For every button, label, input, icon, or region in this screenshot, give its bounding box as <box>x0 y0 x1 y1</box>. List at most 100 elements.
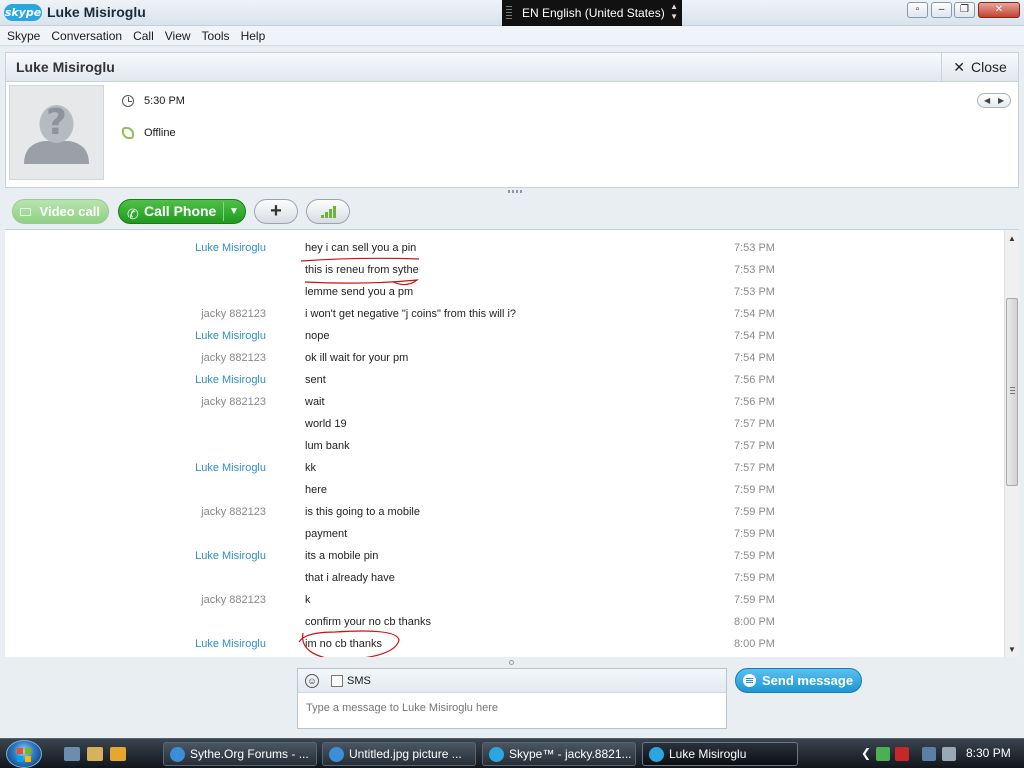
message-row: this is reneu from sythe 7:53 PM <box>5 259 995 281</box>
message-sender[interactable]: jacky 882123 <box>201 594 266 606</box>
taskbar-item-sythe[interactable]: Sythe.Org Forums - ... <box>163 742 317 766</box>
unknown-avatar-icon: ? <box>10 86 103 179</box>
message-sender[interactable]: Luke Misiroglu <box>195 242 266 254</box>
menu-tools[interactable]: Tools <box>198 26 234 46</box>
add-button[interactable]: + <box>254 199 298 224</box>
minimize-button[interactable]: – <box>931 2 952 18</box>
message-sender[interactable]: Luke Misiroglu <box>195 462 266 474</box>
contact-profile: ? 5:30 PM Offline ◀ ▶ <box>5 82 1019 188</box>
message-timestamp: 7:59 PM <box>734 572 775 584</box>
message-sender[interactable]: Luke Misiroglu <box>195 638 266 650</box>
phone-icon: ✆ <box>127 206 139 222</box>
message-row: jacky 882123 ok ill wait for your pm 7:54 … <box>5 347 995 369</box>
close-conversation-button[interactable]: ✕ Close <box>941 53 1018 81</box>
message-timestamp: 7:54 PM <box>734 308 775 320</box>
maximize-button[interactable]: ❐ <box>954 2 975 18</box>
message-text: this is reneu from sythe <box>305 264 419 276</box>
ie-icon <box>170 747 185 762</box>
language-bar[interactable]: EN English (United States) ▲ ▼ <box>502 0 682 26</box>
message-text: hey i can sell you a pin <box>305 242 417 254</box>
message-composer: ☺ SMS <box>297 668 727 729</box>
show-desktop-icon[interactable] <box>64 747 80 761</box>
start-button[interactable] <box>6 740 42 768</box>
resize-handle-icon[interactable] <box>509 660 514 665</box>
menu-bar: Skype Conversation Call View Tools Help <box>0 26 1024 46</box>
message-timestamp: 7:56 PM <box>734 396 775 408</box>
chevron-left-icon[interactable]: ◀ <box>984 96 990 105</box>
chat-scrollbar[interactable]: ▲ ▼ <box>1004 230 1019 657</box>
language-label[interactable]: EN English (United States) <box>522 0 665 26</box>
message-sender[interactable]: Luke Misiroglu <box>195 330 266 342</box>
message-text: i won't get negative "j coins" from this… <box>305 308 517 320</box>
close-label: Close <box>970 59 1007 75</box>
skype-logo: skype <box>4 4 42 21</box>
video-call-button[interactable]: Video call <box>12 199 109 224</box>
call-quality-button[interactable] <box>306 199 350 224</box>
call-phone-label: Call Phone <box>144 203 217 219</box>
message-row: Luke Misiroglu sent 7:56 PM <box>5 369 995 391</box>
close-window-button[interactable]: ✕ <box>978 2 1020 18</box>
message-sender[interactable]: jacky 882123 <box>201 352 266 364</box>
clock-icon <box>122 95 134 107</box>
message-text: nope <box>305 330 330 342</box>
avatar[interactable]: ? <box>9 85 104 180</box>
menu-skype[interactable]: Skype <box>3 26 44 46</box>
taskbar-item-label: Skype™ - jacky.8821... <box>509 747 632 761</box>
message-text: is this going to a mobile <box>305 506 420 518</box>
drag-grip-icon[interactable] <box>506 6 512 20</box>
message-sender[interactable]: Luke Misiroglu <box>195 550 266 562</box>
message-timestamp: 8:00 PM <box>734 616 775 628</box>
network-icon[interactable] <box>922 747 936 761</box>
emoticon-icon[interactable]: ☺ <box>305 674 319 688</box>
sms-checkbox[interactable] <box>331 675 343 687</box>
call-phone-button[interactable]: ✆ Call Phone ▼ <box>118 199 246 224</box>
windows-flag-icon <box>17 748 23 754</box>
message-timestamp: 7:54 PM <box>734 352 775 364</box>
message-sender[interactable]: jacky 882123 <box>201 308 266 320</box>
message-row: here 7:59 PM <box>5 479 995 501</box>
explorer-icon[interactable] <box>87 747 103 761</box>
chevron-down-icon[interactable]: ▼ <box>229 200 239 223</box>
taskbar-item-label: Sythe.Org Forums - ... <box>190 747 309 761</box>
message-timestamp: 7:59 PM <box>734 484 775 496</box>
offline-status-icon <box>122 127 134 139</box>
message-timestamp: 7:53 PM <box>734 264 775 276</box>
profile-nav[interactable]: ◀ ▶ <box>977 93 1011 108</box>
scroll-thumb[interactable] <box>1006 298 1018 486</box>
volume-icon[interactable] <box>942 747 956 761</box>
language-options-icon[interactable]: ▲ ▼ <box>670 2 678 22</box>
call-quality-icon <box>321 206 339 218</box>
taskbar-item-luke[interactable]: Luke Misiroglu <box>642 742 798 766</box>
security-shield-icon[interactable] <box>876 747 890 761</box>
message-text: kk <box>305 462 316 474</box>
chevron-right-icon[interactable]: ▶ <box>998 96 1004 105</box>
message-text: ok ill wait for your pm <box>305 352 409 364</box>
composer-toolbar: ☺ SMS <box>298 669 726 693</box>
taskbar-item-label: Luke Misiroglu <box>669 747 747 761</box>
media-player-icon[interactable] <box>110 747 126 761</box>
menu-view[interactable]: View <box>161 26 195 46</box>
message-timestamp: 7:57 PM <box>734 462 775 474</box>
pane-splitter[interactable] <box>508 190 522 193</box>
message-row: jacky 882123 k 7:59 PM <box>5 589 995 611</box>
message-row: Luke Misiroglu its a mobile pin 7:59 PM <box>5 545 995 567</box>
menu-help[interactable]: Help <box>237 26 270 46</box>
show-hidden-icons[interactable]: ❮ <box>861 746 871 760</box>
antivirus-icon[interactable] <box>895 747 909 761</box>
restore-button[interactable]: ▫ <box>907 2 928 18</box>
taskbar-item-untitled[interactable]: Untitled.jpg picture ... <box>322 742 476 766</box>
scroll-down-icon[interactable]: ▼ <box>1008 645 1016 654</box>
menu-call[interactable]: Call <box>129 26 158 46</box>
taskbar: Sythe.Org Forums - ... Untitled.jpg pict… <box>0 738 1024 768</box>
taskbar-clock[interactable]: 8:30 PM <box>966 746 1011 760</box>
ie-icon <box>329 747 344 762</box>
scroll-up-icon[interactable]: ▲ <box>1008 234 1016 243</box>
message-sender[interactable]: Luke Misiroglu <box>195 374 266 386</box>
message-input[interactable] <box>304 698 714 718</box>
send-message-button[interactable]: Send message <box>735 668 862 693</box>
taskbar-item-skype[interactable]: Skype™ - jacky.8821... <box>482 742 636 766</box>
windows-flag-part <box>25 756 31 762</box>
message-sender[interactable]: jacky 882123 <box>201 506 266 518</box>
message-sender[interactable]: jacky 882123 <box>201 396 266 408</box>
menu-conversation[interactable]: Conversation <box>47 26 126 46</box>
